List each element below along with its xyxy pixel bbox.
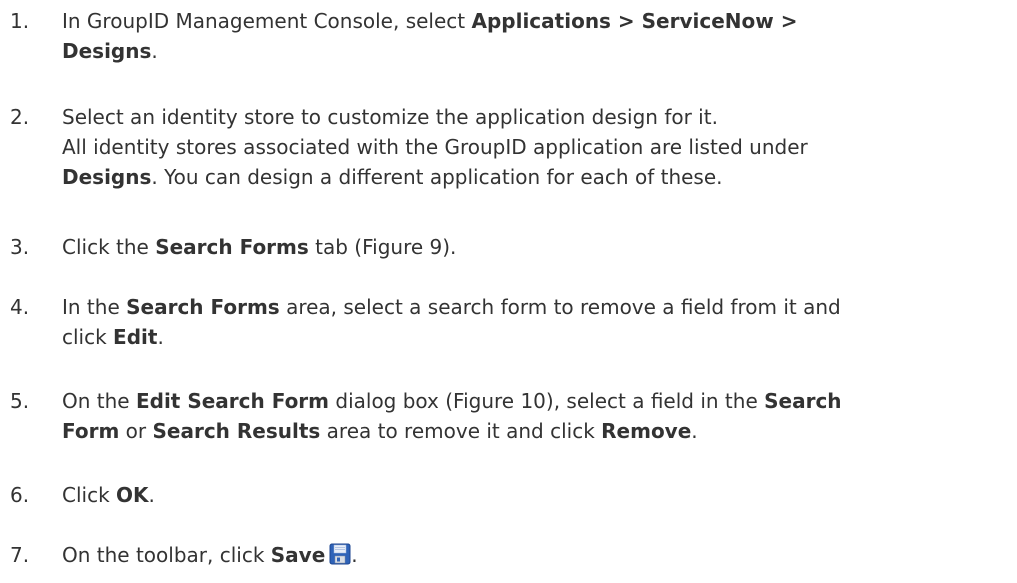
step-number: 4. — [10, 295, 30, 319]
search-forms-area-label: Search Forms — [126, 295, 280, 319]
edit-search-form-label: Edit Search Form — [135, 389, 330, 413]
menu-path-designs: Designs — [62, 39, 152, 63]
search-results-label: Search Results — [152, 419, 321, 443]
remove-label: Remove — [601, 419, 692, 443]
step-text: Click the Search Forms tab (Figure 9). — [62, 235, 457, 259]
step-text: In the Search Forms area, select a searc… — [62, 295, 841, 349]
step-text: Click OK. — [62, 483, 155, 507]
step-number: 1. — [10, 9, 30, 33]
search-forms-tab-label: Search Forms — [155, 235, 309, 259]
step-number: 7. — [10, 543, 30, 567]
step-text: On the toolbar, click Save . — [62, 543, 358, 567]
save-floppy-icon — [329, 543, 351, 565]
step-number: 5. — [10, 389, 30, 413]
step-number: 2. — [10, 105, 30, 129]
edit-label: Edit — [113, 325, 158, 349]
menu-path: Applications > ServiceNow > — [471, 9, 798, 33]
designs-label: Designs — [62, 165, 152, 189]
procedure-document: 1. In GroupID Management Console, select… — [0, 0, 1017, 583]
step-text: Select an identity store to customize th… — [62, 105, 808, 189]
step-number: 3. — [10, 235, 30, 259]
step-text: On the Edit Search Form dialog box (Figu… — [62, 389, 842, 443]
step-number: 6. — [10, 483, 30, 507]
search-form-label: Search — [764, 389, 842, 413]
ok-label: OK — [116, 483, 149, 507]
save-label: Save — [270, 543, 326, 567]
step-text: In GroupID Management Console, select Ap… — [62, 9, 798, 63]
